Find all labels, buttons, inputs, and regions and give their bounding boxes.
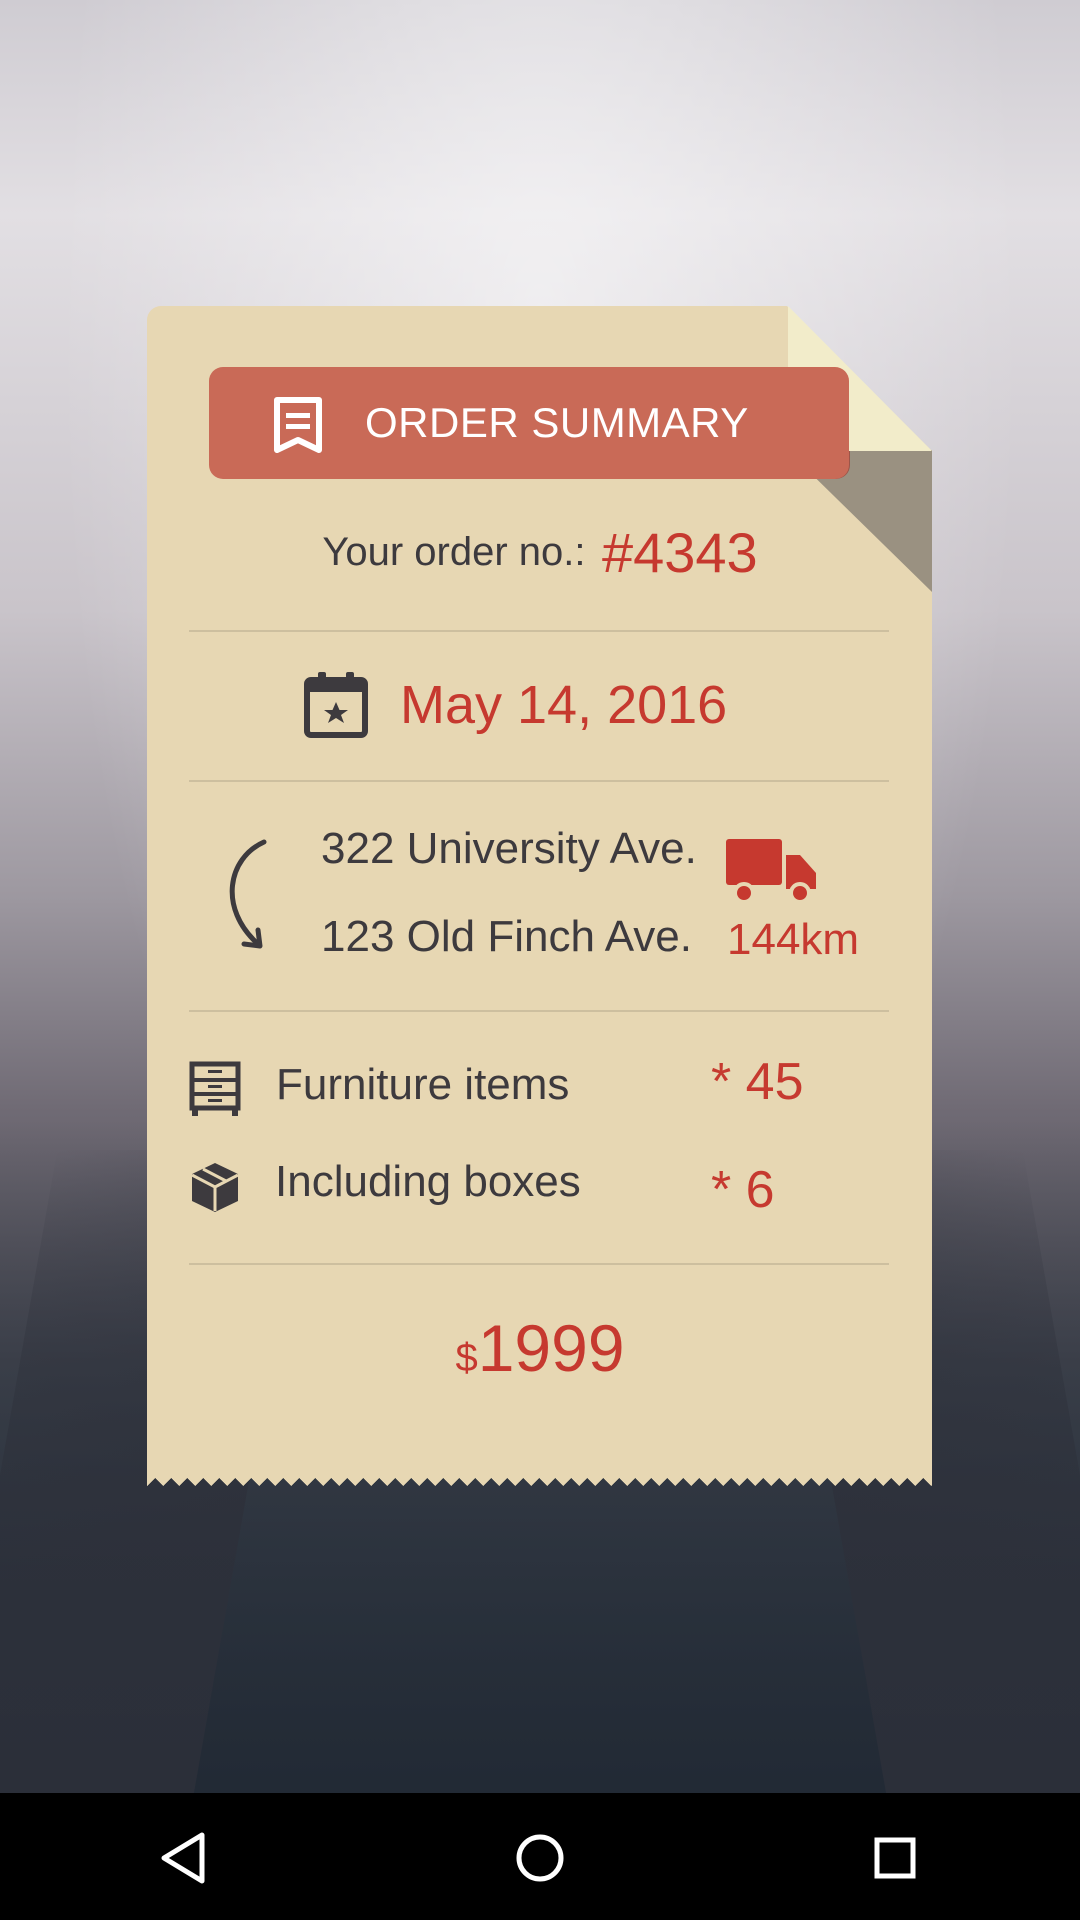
order-number-row: Your order no.: #4343 (0, 520, 1080, 585)
including-boxes-count: * 6 (711, 1161, 775, 1219)
truck-icon (726, 839, 816, 903)
from-address: 322 University Ave. (321, 824, 697, 873)
divider (189, 1263, 889, 1265)
calendar-icon (304, 672, 368, 738)
divider (189, 780, 889, 782)
recents-square-icon[interactable] (860, 1823, 930, 1893)
divider (189, 1010, 889, 1012)
navigation-bar (0, 1793, 1080, 1920)
order-number-label: Your order no.: (322, 530, 586, 574)
curved-arrow-icon (229, 839, 267, 949)
home-circle-icon[interactable] (505, 1823, 575, 1893)
total-price: $1999 (0, 1310, 1080, 1386)
order-number-value: #4343 (601, 521, 758, 584)
including-boxes-label: Including boxes (275, 1157, 581, 1206)
distance: 144km (727, 915, 860, 964)
order-summary-banner: ORDER SUMMARY (209, 367, 849, 479)
box-icon (191, 1163, 239, 1212)
to-address: 123 Old Finch Ave. (321, 912, 692, 961)
order-date: May 14, 2016 (400, 675, 728, 735)
total-currency: $ (455, 1336, 478, 1380)
furniture-items-label: Furniture items (276, 1060, 570, 1109)
receipt-torn-edge (147, 1470, 932, 1486)
furniture-items-count: * 45 (711, 1053, 804, 1111)
divider (189, 630, 889, 632)
receipt-icon (274, 397, 322, 453)
back-triangle-icon[interactable] (150, 1823, 220, 1893)
dresser-icon (189, 1061, 241, 1116)
total-value: 1999 (477, 1311, 625, 1385)
banner-title: ORDER SUMMARY (365, 399, 749, 446)
